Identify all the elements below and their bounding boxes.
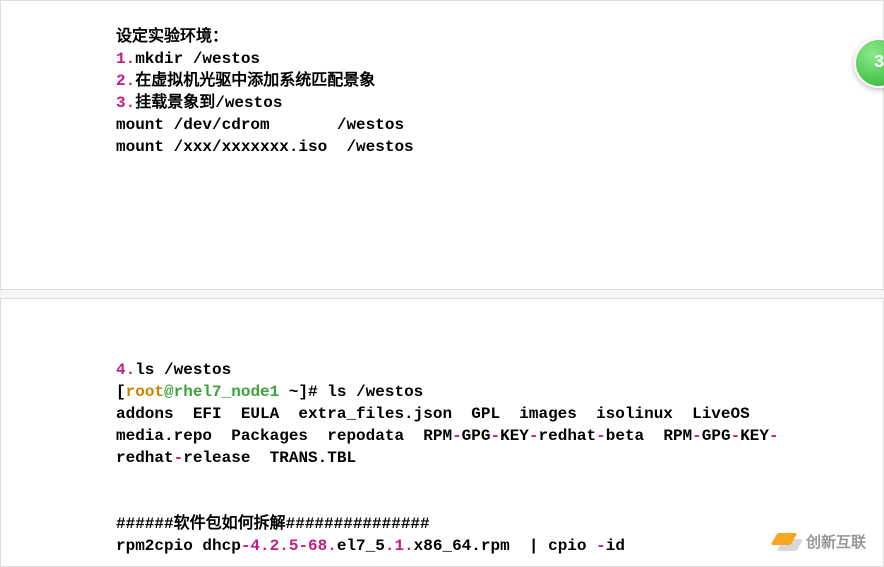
dash: - <box>692 427 702 445</box>
seg: redhat <box>116 449 174 467</box>
page-1: 设定实验环境： 1.mkdir /westos 2.在虚拟机光驱中添加系统匹配景… <box>0 0 884 290</box>
step-3: 3.挂载景象到/westos <box>116 92 863 114</box>
dash: - <box>174 449 184 467</box>
seg: redhat <box>539 427 597 445</box>
bracket-open: [ <box>116 383 126 401</box>
step-text: ls /westos <box>135 361 231 379</box>
seg: GPG <box>702 427 731 445</box>
step-num: 3. <box>116 94 135 112</box>
seg: GPG <box>462 427 491 445</box>
step-4: 4.ls /westos <box>116 359 863 381</box>
seg: beta RPM <box>606 427 692 445</box>
seg: x86_64.rpm | cpio <box>414 537 596 555</box>
step-2: 2.在虚拟机光驱中添加系统匹配景象 <box>116 70 863 92</box>
logo-icon <box>772 527 800 555</box>
seg: KEY <box>500 427 529 445</box>
prompt-cmd: ls /westos <box>327 383 423 401</box>
step-num: 2. <box>116 72 135 90</box>
seg: KEY <box>740 427 769 445</box>
watermark-logo: 创新互联 <box>772 527 866 555</box>
blank-line <box>116 491 863 513</box>
dash: - <box>731 427 741 445</box>
seg: el7_5 <box>337 537 385 555</box>
step-1: 1.mkdir /westos <box>116 48 863 70</box>
step-text-a: 挂载景象到 <box>135 94 215 112</box>
prompt-root: root <box>126 383 164 401</box>
logo-text: 创新互联 <box>806 531 866 552</box>
section-header: ######软件包如何拆解############### <box>116 513 863 535</box>
env-title: 设定实验环境： <box>116 26 863 48</box>
seg: rpm2cpio dhcp <box>116 537 241 555</box>
ls-output-1: addons EFI EULA extra_files.json GPL ima… <box>116 403 863 425</box>
rpm2cpio-cmd: rpm2cpio dhcp-4.2.5-68.el7_5.1.x86_64.rp… <box>116 535 863 557</box>
mount-cmd-1: mount /dev/cdrom /westos <box>116 114 863 136</box>
blank-line <box>116 469 863 491</box>
dash: - <box>596 537 606 555</box>
dash: - <box>452 427 462 445</box>
badge-text: 3 <box>874 53 884 73</box>
shell-prompt: [root@rhel7_node1 ~]# ls /westos <box>116 381 863 403</box>
step-text-b: /westos <box>215 94 282 112</box>
prompt-host: rhel7_node1 <box>174 383 289 401</box>
bracket-close: ]# <box>298 383 327 401</box>
dash: - <box>769 427 779 445</box>
dash: - <box>529 427 539 445</box>
page-2: 4.ls /westos [root@rhel7_node1 ~]# ls /w… <box>0 298 884 567</box>
dash: - <box>596 427 606 445</box>
prompt-at: @ <box>164 383 174 401</box>
ls-output-3: redhat-release TRANS.TBL <box>116 447 863 469</box>
version: -4.2.5-68. <box>241 537 337 555</box>
step-text: 在虚拟机光驱中添加系统匹配景象 <box>135 72 375 90</box>
version: .1. <box>385 537 414 555</box>
prompt-tilde: ~ <box>289 383 299 401</box>
step-num: 4. <box>116 361 135 379</box>
seg: media.repo Packages repodata RPM <box>116 427 452 445</box>
dash: - <box>490 427 500 445</box>
seg: release TRANS.TBL <box>183 449 356 467</box>
mount-cmd-2: mount /xxx/xxxxxxx.iso /westos <box>116 136 863 158</box>
ls-output-2: media.repo Packages repodata RPM-GPG-KEY… <box>116 425 863 447</box>
step-num: 1. <box>116 50 135 68</box>
step-text: mkdir /westos <box>135 50 260 68</box>
seg: id <box>606 537 625 555</box>
